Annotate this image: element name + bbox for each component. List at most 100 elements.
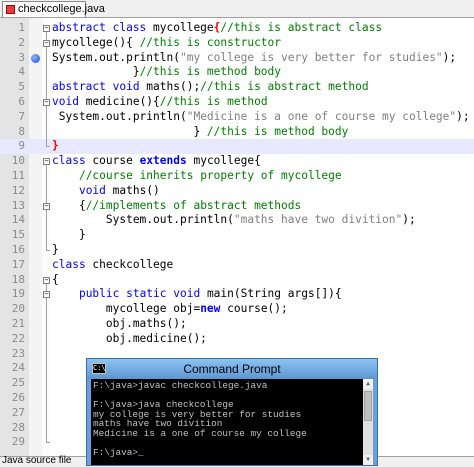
line-number: 22 bbox=[11, 331, 25, 345]
code-line[interactable]: 14 System.out.println("maths have two di… bbox=[0, 213, 474, 228]
cmd-scrollbar[interactable]: ▲ ▼ bbox=[363, 379, 373, 465]
bookmark-icon[interactable] bbox=[31, 53, 40, 63]
code-line[interactable]: 9} bbox=[0, 139, 474, 155]
code-token: class bbox=[52, 257, 86, 271]
code-token: //this is abstract method bbox=[200, 80, 369, 94]
line-number: 7 bbox=[18, 109, 25, 123]
code-line[interactable]: 8 } //this is method body bbox=[0, 125, 474, 140]
code-line[interactable]: 19 public static void main(String args[]… bbox=[0, 287, 474, 302]
line-number: 3 bbox=[18, 50, 25, 64]
command-prompt-window[interactable]: C:\ Command Prompt ▲ ▼ F:\java>javac che… bbox=[86, 358, 378, 466]
code-line[interactable]: 1 abstract class mycollege{//this is abst… bbox=[0, 21, 474, 36]
line-number: 15 bbox=[11, 228, 25, 242]
scroll-down-arrow-icon[interactable]: ▼ bbox=[363, 455, 373, 465]
line-number: 23 bbox=[11, 346, 25, 360]
cmd-titlebar[interactable]: C:\ Command Prompt bbox=[87, 359, 377, 379]
code-text: mycollege obj=new course(); bbox=[52, 302, 288, 317]
code-token: abstract class bbox=[52, 21, 147, 34]
line-number: 8 bbox=[18, 124, 25, 138]
code-token: obj.medicine(); bbox=[52, 331, 207, 345]
line-number: 14 bbox=[11, 213, 25, 227]
code-text: System.out.println("Medicine is a one of… bbox=[52, 110, 470, 125]
cmd-console[interactable]: ▲ ▼ F:\java>javac checkcollege.java F:\ja… bbox=[91, 379, 373, 465]
tab-checkcollege[interactable]: checkcollege.java bbox=[2, 1, 105, 17]
code-token: maths() bbox=[105, 183, 160, 197]
code-token: //this is constructor bbox=[139, 35, 282, 49]
tab-label: checkcollege.java bbox=[18, 3, 105, 15]
fold-toggle-icon[interactable]: − bbox=[43, 158, 50, 166]
code-token: ); bbox=[442, 50, 457, 64]
line-number: 21 bbox=[11, 317, 25, 330]
fold-guide bbox=[46, 32, 47, 147]
code-line[interactable]: 10 class course extends mycollege{ bbox=[0, 154, 474, 169]
code-line[interactable]: 11 //course inherits property of mycolle… bbox=[0, 169, 474, 184]
code-text: public static void main(String args[]){ bbox=[52, 287, 342, 302]
scroll-up-arrow-icon[interactable]: ▲ bbox=[363, 379, 373, 389]
code-line[interactable]: 13 {//implements of abstract methods bbox=[0, 199, 474, 214]
code-line[interactable]: 17 class checkcollege bbox=[0, 258, 474, 273]
fold-toggle-icon[interactable]: − bbox=[43, 25, 50, 32]
line-number: 29 bbox=[11, 435, 25, 449]
fold-guide bbox=[46, 283, 47, 443]
line-number: 26 bbox=[11, 391, 25, 404]
fold-toggle-icon[interactable]: − bbox=[43, 39, 50, 47]
line-number: 5 bbox=[18, 80, 25, 94]
fold-end bbox=[46, 250, 50, 251]
line-number: 10 bbox=[11, 154, 25, 168]
code-token: mycollege{ bbox=[186, 154, 261, 168]
code-token: ); bbox=[456, 109, 470, 123]
line-number: 4 bbox=[18, 65, 25, 79]
code-line[interactable]: 5 abstract void maths();//this is abstrac… bbox=[0, 80, 474, 95]
line-number: 6 bbox=[18, 95, 25, 108]
code-text: System.out.println("maths have two divit… bbox=[52, 213, 416, 228]
code-text: } bbox=[52, 139, 59, 154]
code-text: mycollege(){ //this is constructor bbox=[52, 36, 281, 51]
code-line[interactable]: 20 mycollege obj=new course(); bbox=[0, 302, 474, 317]
cmd-title: Command Prompt bbox=[183, 362, 281, 376]
code-line[interactable]: 18 { bbox=[0, 273, 474, 288]
code-line[interactable]: 15 } bbox=[0, 228, 474, 243]
scroll-thumb[interactable] bbox=[364, 391, 372, 421]
code-line[interactable]: 12 void maths() bbox=[0, 184, 474, 199]
line-number: 28 bbox=[11, 420, 25, 434]
code-text: {//implements of abstract methods bbox=[52, 199, 301, 214]
code-line[interactable]: 6 void medicine(){//this is method bbox=[0, 95, 474, 110]
line-number: 13 bbox=[11, 198, 25, 212]
code-token: obj.maths(); bbox=[52, 317, 187, 330]
code-token: public static void bbox=[78, 287, 201, 301]
status-file-type: Java source file bbox=[2, 455, 72, 466]
code-line[interactable]: 22 obj.medicine(); bbox=[0, 332, 474, 347]
code-token: course(); bbox=[220, 302, 288, 316]
code-text: }//this is method body bbox=[52, 65, 281, 80]
console-line: Medicine is a one of course my college bbox=[93, 428, 307, 439]
code-token: checkcollege bbox=[85, 257, 174, 271]
line-number: 24 bbox=[11, 361, 25, 375]
code-line[interactable]: 16} bbox=[0, 243, 474, 258]
code-line[interactable]: 21 obj.maths(); bbox=[0, 317, 474, 332]
fold-toggle-icon[interactable]: − bbox=[43, 276, 50, 284]
code-token: class bbox=[52, 154, 86, 168]
fold-toggle-icon[interactable]: − bbox=[43, 99, 50, 106]
line-number: 17 bbox=[11, 257, 25, 271]
code-text: void medicine(){//this is method bbox=[52, 95, 268, 110]
code-text: { bbox=[52, 273, 59, 288]
code-token: System.out.println( bbox=[52, 213, 234, 227]
code-line[interactable]: 2 mycollege(){ //this is constructor bbox=[0, 36, 474, 51]
code-token: //this is method body bbox=[139, 65, 282, 79]
code-line[interactable]: 3 System.out.println("my college is very … bbox=[0, 51, 474, 66]
code-text: } //this is method body bbox=[52, 125, 348, 140]
code-line[interactable]: 7 System.out.println("Medicine is a one … bbox=[0, 110, 474, 125]
code-text: void maths() bbox=[52, 184, 160, 199]
fold-toggle-icon[interactable]: − bbox=[43, 291, 50, 299]
tab-bar: checkcollege.java bbox=[0, 0, 474, 18]
code-token: { bbox=[52, 272, 59, 286]
fold-toggle-icon[interactable]: − bbox=[43, 202, 50, 210]
line-number: 27 bbox=[11, 405, 25, 419]
code-line[interactable]: 4 }//this is method body bbox=[0, 65, 474, 80]
line-number: 20 bbox=[11, 302, 25, 316]
code-text: } bbox=[52, 243, 59, 258]
code-token: abstract void bbox=[52, 80, 140, 94]
console-line: F:\java>javac checkcollege.java bbox=[93, 380, 268, 391]
